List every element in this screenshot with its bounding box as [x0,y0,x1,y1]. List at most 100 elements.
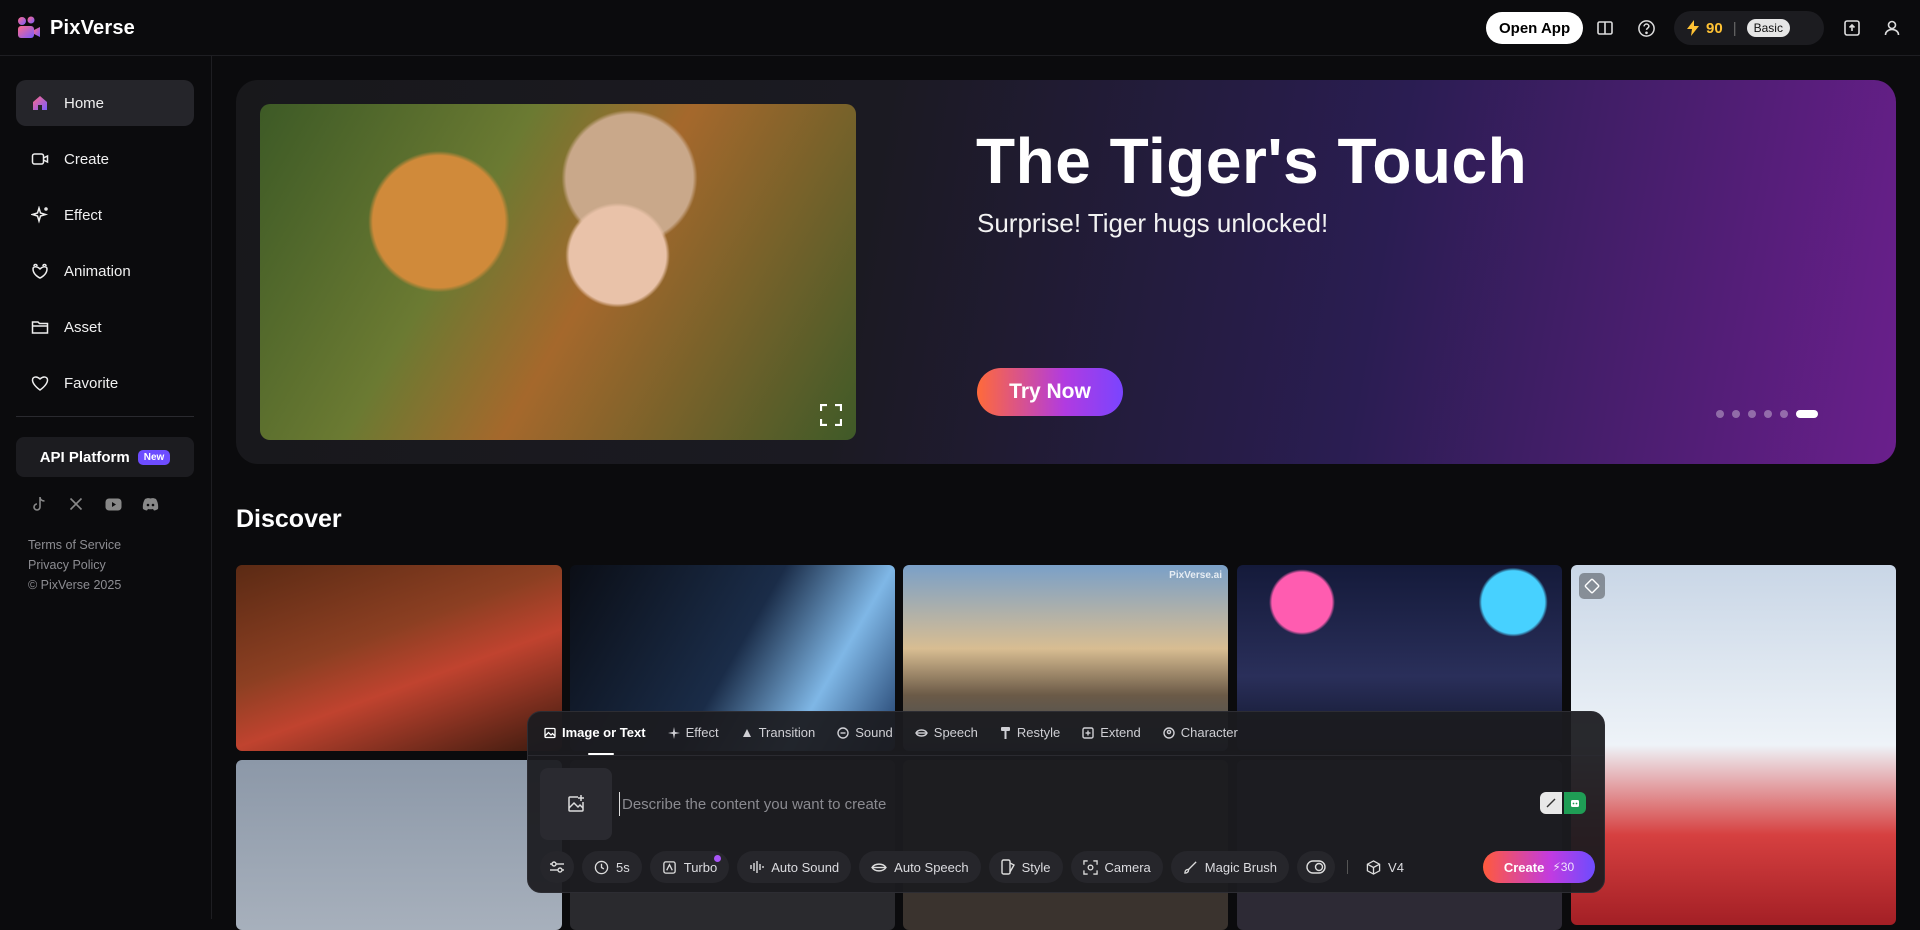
create-tabs: Image or Text Effect Transition Sound Sp… [544,725,1238,755]
lips-icon [914,728,928,738]
sidebar-item-effect[interactable]: Effect [16,192,194,238]
duration-button[interactable]: 5s [582,851,642,883]
carousel-dot[interactable] [1716,410,1724,418]
user-icon[interactable] [1880,16,1904,40]
tab-extend[interactable]: Extend [1082,725,1141,740]
api-platform-button[interactable]: API Platform New [16,437,194,477]
privacy-link[interactable]: Privacy Policy [28,555,121,575]
carousel-dot[interactable] [1764,410,1772,418]
image-upload-button[interactable] [540,768,612,840]
discover-card[interactable] [236,565,562,751]
create-panel: Image or Text Effect Transition Sound Sp… [527,711,1605,893]
api-platform-label: API Platform [39,448,130,466]
character-icon [1163,726,1175,739]
tab-sound[interactable]: Sound [837,725,893,740]
turbo-button[interactable]: Turbo [649,851,730,883]
logo[interactable]: PixVerse [16,15,135,41]
banner-image[interactable] [260,104,856,440]
sidebar-item-animation[interactable]: Animation [16,248,194,294]
credits-badge[interactable]: 90 | Basic [1674,11,1824,45]
create-cost: ⚡30 [1552,860,1574,874]
model-value: V4 [1388,859,1404,875]
tab-effect[interactable]: Effect [667,725,719,740]
copyright-text: © PixVerse 2025 [28,578,122,592]
auto-speech-button[interactable]: Auto Speech [859,851,981,883]
sidebar-item-create[interactable]: Create [16,136,194,182]
camera-label: Camera [1104,859,1151,875]
watermark: PixVerse.ai [1169,570,1222,581]
waveform-icon [749,860,764,874]
sound-icon [837,726,849,739]
animation-icon [30,261,50,281]
sidebar-item-asset[interactable]: Asset [16,304,194,350]
tab-label: Effect [685,725,719,740]
edit-icon[interactable] [1579,573,1605,599]
sidebar-item-label: Asset [64,318,102,336]
toggle-button[interactable] [1297,851,1336,883]
brush-icon [1183,860,1198,875]
social-links [30,495,159,513]
upload-icon[interactable] [1840,16,1864,40]
fullscreen-icon[interactable] [820,404,844,428]
terms-link[interactable]: Terms of Service [28,535,121,555]
carousel-dot[interactable] [1748,410,1756,418]
camera-button[interactable]: Camera [1070,851,1163,883]
auto-sound-button[interactable]: Auto Sound [737,851,852,883]
tiktok-icon[interactable] [30,495,48,513]
tab-label: Transition [758,725,816,740]
image-icon [544,727,556,739]
tab-transition[interactable]: Transition [741,725,816,740]
credits-count: 90 [1706,19,1723,37]
sidebar-item-home[interactable]: Home [16,80,194,126]
tab-label: Restyle [1016,725,1061,740]
magic-wand-icon[interactable] [1540,792,1562,814]
create-label: Create [1503,859,1545,875]
help-icon[interactable] [1634,16,1658,40]
pixverse-logo-icon [16,15,42,41]
carousel-dot-active[interactable] [1796,410,1818,418]
sidebar-item-favorite[interactable]: Favorite [16,360,194,406]
sliders-icon [549,860,565,874]
tab-character[interactable]: Character [1163,725,1238,740]
magic-brush-button[interactable]: Magic Brush [1170,851,1290,883]
home-icon [30,93,50,113]
sparkle-icon [30,205,50,225]
style-button[interactable]: Style [988,851,1063,883]
top-bar: PixVerse Open App 90 | Basic [0,0,1920,56]
sidebar-item-label: Home [64,94,105,112]
sidebar-item-label: Create [64,150,110,168]
tab-speech[interactable]: Speech [914,725,978,740]
discord-icon[interactable] [141,495,159,513]
tab-label: Image or Text [562,725,646,740]
extend-icon [1082,726,1094,739]
banner-title: The Tiger's Touch [976,125,1528,197]
banner-subtitle: Surprise! Tiger hugs unlocked! [977,208,1329,238]
carousel-dot[interactable] [1732,410,1740,418]
model-selector[interactable]: V4 [1360,851,1410,883]
paint-roller-icon [1000,726,1011,739]
discover-card[interactable] [1571,565,1896,925]
carousel-dot[interactable] [1780,410,1788,418]
transition-icon [741,727,753,739]
tab-image-or-text[interactable]: Image or Text [544,725,646,755]
hero-banner[interactable]: The Tiger's Touch Surprise! Tiger hugs u… [236,80,1896,464]
sparkle-icon [667,726,680,739]
x-twitter-icon[interactable] [67,495,85,513]
try-now-button[interactable]: Try Now [977,368,1123,416]
duration-value: 5s [616,859,630,875]
tab-label: Extend [1100,725,1141,740]
discover-card[interactable] [236,760,562,930]
settings-sliders-button[interactable] [540,851,574,883]
legal-links: Terms of Service Privacy Policy © PixVer… [28,535,121,595]
robot-icon[interactable] [1564,792,1586,814]
open-app-button[interactable]: Open App [1486,12,1584,44]
auto-speech-label: Auto Speech [894,859,969,875]
prompt-input[interactable] [619,792,1509,816]
create-button[interactable]: Create ⚡30 [1483,851,1595,883]
youtube-icon[interactable] [104,495,122,513]
camera-focus-icon [1082,859,1098,875]
book-icon[interactable] [1593,16,1617,40]
tab-restyle[interactable]: Restyle [1000,725,1060,740]
add-image-icon [566,794,586,814]
clock-icon [594,860,609,875]
